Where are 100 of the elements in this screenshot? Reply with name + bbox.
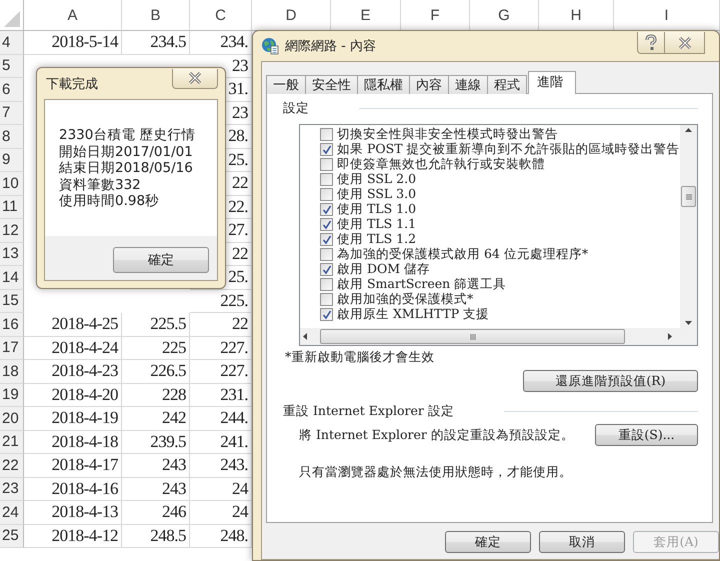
checkbox[interactable] bbox=[320, 263, 333, 276]
ok-button[interactable]: 確定 bbox=[113, 247, 209, 273]
table-cell: 227. bbox=[220, 361, 248, 382]
setting-label[interactable]: 啟用 SmartScreen 篩選工具 bbox=[337, 276, 506, 293]
scrollbar-thumb[interactable] bbox=[320, 329, 625, 344]
close-button[interactable] bbox=[665, 32, 705, 54]
checkbox[interactable] bbox=[320, 308, 333, 321]
column-header[interactable]: C bbox=[190, 0, 252, 31]
close-icon bbox=[186, 70, 204, 86]
message-text: 開始日期2017/01/01 bbox=[59, 144, 194, 160]
column-header[interactable]: D bbox=[252, 0, 331, 31]
checkbox[interactable] bbox=[320, 203, 333, 216]
setting-label[interactable]: 使用 TLS 1.1 bbox=[337, 216, 416, 233]
scrollbar-thumb[interactable] bbox=[681, 186, 696, 207]
message-text: 結束日期2018/05/16 bbox=[59, 160, 194, 176]
tab[interactable]: 隱私權 bbox=[357, 75, 410, 94]
checkbox[interactable] bbox=[320, 278, 333, 291]
row-header[interactable]: 19 bbox=[0, 384, 24, 407]
setting-label[interactable]: 使用 TLS 1.0 bbox=[337, 201, 416, 218]
ok-button[interactable]: 確定 bbox=[445, 531, 531, 553]
table-cell: 2018-4-25 bbox=[52, 314, 118, 334]
table-cell: 2018-4-18 bbox=[52, 432, 118, 452]
table-cell: 241. bbox=[220, 432, 248, 452]
row-header[interactable]: 23 bbox=[0, 478, 24, 501]
horizontal-scrollbar[interactable] bbox=[300, 328, 697, 345]
row-header[interactable]: 13 bbox=[0, 242, 24, 266]
table-cell: 243. bbox=[220, 455, 248, 476]
row-header[interactable]: 4 bbox=[0, 31, 24, 54]
table-cell: 226.5 bbox=[150, 361, 186, 382]
table-cell: 227. bbox=[220, 338, 248, 358]
checkmark-icon bbox=[322, 310, 332, 320]
row-header[interactable]: 16 bbox=[0, 313, 24, 336]
setting-label[interactable]: 使用 SSL 3.0 bbox=[337, 186, 416, 203]
row-header[interactable]: 14 bbox=[0, 266, 24, 290]
row-header[interactable]: 6 bbox=[0, 78, 24, 102]
row-header[interactable]: 21 bbox=[0, 430, 24, 454]
close-button[interactable] bbox=[172, 68, 218, 88]
setting-label[interactable]: 啟用原生 XMLHTTP 支援 bbox=[337, 306, 490, 323]
help-icon bbox=[643, 34, 659, 51]
table-cell: 2018-5-14 bbox=[52, 32, 118, 52]
row-header[interactable]: 5 bbox=[0, 54, 24, 78]
scroll-right-icon bbox=[667, 332, 673, 341]
table-cell: 28. bbox=[228, 126, 248, 146]
row-header[interactable]: 9 bbox=[0, 148, 24, 172]
row-header[interactable]: 18 bbox=[0, 360, 24, 384]
vertical-scrollbar[interactable] bbox=[680, 125, 697, 328]
setting-label[interactable]: 啟用加強的受保護模式* bbox=[337, 291, 474, 308]
table-cell: 22 bbox=[232, 244, 248, 264]
help-button[interactable] bbox=[637, 32, 665, 54]
restore-defaults-button[interactable]: 還原進階預設值(R) bbox=[523, 370, 698, 392]
table-cell: 239.5 bbox=[150, 432, 186, 452]
row-header[interactable]: 10 bbox=[0, 172, 24, 196]
checkbox[interactable] bbox=[320, 293, 333, 306]
row-header[interactable]: 17 bbox=[0, 336, 24, 360]
message-text: 使用時間0.98秒 bbox=[59, 193, 160, 210]
setting-label[interactable]: 即使簽章無效也允許執行或安裝軟體 bbox=[337, 156, 545, 173]
setting-label[interactable]: 切換安全性與非安全性模式時發出警告 bbox=[337, 126, 558, 143]
row-header[interactable]: 11 bbox=[0, 196, 24, 219]
table-cell: 31. bbox=[228, 79, 248, 100]
table-cell: 22 bbox=[232, 314, 248, 334]
checkmark-icon bbox=[322, 264, 332, 274]
table-cell: 248. bbox=[220, 526, 248, 546]
tab[interactable]: 連線 bbox=[448, 75, 488, 94]
tab[interactable]: 安全性 bbox=[305, 75, 358, 94]
column-header[interactable]: B bbox=[122, 0, 190, 31]
setting-label[interactable]: 使用 SSL 2.0 bbox=[337, 171, 416, 188]
checkbox[interactable] bbox=[320, 233, 333, 246]
column-header[interactable]: A bbox=[24, 0, 122, 31]
tab[interactable]: 進階 bbox=[528, 71, 576, 94]
row-header[interactable]: 22 bbox=[0, 454, 24, 478]
row-header[interactable]: 25 bbox=[0, 524, 24, 548]
tab[interactable]: 程式 bbox=[487, 75, 527, 94]
tab[interactable]: 內容 bbox=[409, 75, 449, 94]
row-header[interactable]: 8 bbox=[0, 125, 24, 148]
cancel-button[interactable]: 取消 bbox=[539, 531, 625, 553]
checkbox[interactable] bbox=[320, 173, 333, 186]
checkmark-icon bbox=[322, 144, 332, 154]
select-all-icon bbox=[4, 11, 20, 27]
table-cell: 2018-4-24 bbox=[52, 338, 118, 358]
checkbox[interactable] bbox=[320, 248, 333, 261]
table-cell: 231. bbox=[220, 384, 248, 405]
checkbox[interactable] bbox=[320, 188, 333, 201]
checkbox[interactable] bbox=[320, 158, 333, 171]
reset-hint: 只有當瀏覽器處於無法使用狀態時，才能使用。 bbox=[299, 464, 573, 481]
setting-label[interactable]: 如果 POST 提交被重新導向到不允許張貼的區域時發出警告 bbox=[337, 141, 680, 158]
checkbox[interactable] bbox=[320, 128, 333, 141]
setting-label[interactable]: 啟用 DOM 儲存 bbox=[337, 261, 430, 278]
setting-label[interactable]: 使用 TLS 1.2 bbox=[337, 231, 416, 248]
row-header[interactable]: 20 bbox=[0, 407, 24, 430]
setting-label[interactable]: 為加強的受保護模式啟用 64 位元處理程序* bbox=[337, 246, 588, 263]
row-header[interactable]: 12 bbox=[0, 219, 24, 242]
row-header[interactable]: 15 bbox=[0, 290, 24, 313]
checkbox[interactable] bbox=[320, 143, 333, 156]
row-header[interactable]: 7 bbox=[0, 102, 24, 125]
tab[interactable]: 一般 bbox=[266, 75, 306, 94]
row-header[interactable]: 24 bbox=[0, 501, 24, 524]
reset-button[interactable]: 重設(S)... bbox=[595, 424, 698, 446]
table-cell: 2018-4-12 bbox=[52, 526, 118, 546]
checkbox[interactable] bbox=[320, 218, 333, 231]
table-cell: 2018-4-20 bbox=[52, 384, 118, 405]
